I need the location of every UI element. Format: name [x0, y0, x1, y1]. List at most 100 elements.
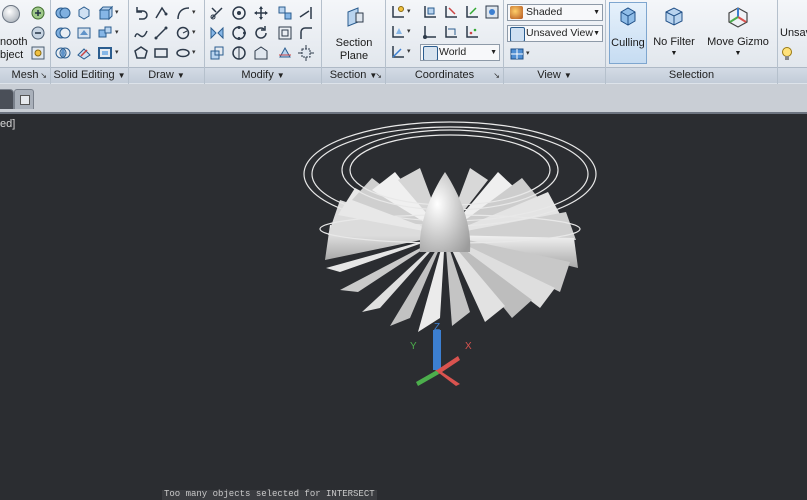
- mesh-smooth-more-icon[interactable]: [30, 5, 46, 21]
- named-view-combo[interactable]: Unsaved View ▼: [507, 25, 603, 42]
- move-gizmo-label: Move Gizmo: [707, 36, 769, 48]
- ucs-face-icon[interactable]: [390, 24, 406, 40]
- view-cube-icon: [510, 27, 525, 41]
- ucs-face-dropdown-icon[interactable]: ▾: [407, 24, 413, 40]
- ucs-view-icon[interactable]: [443, 24, 459, 40]
- copy-icon[interactable]: [231, 45, 247, 61]
- arc-dropdown-icon[interactable]: ▾: [192, 5, 198, 21]
- shell-dropdown-icon[interactable]: ▾: [115, 45, 121, 61]
- polygon-icon[interactable]: [133, 45, 149, 61]
- solid-edit-dropdown-icon[interactable]: ▾: [115, 5, 121, 21]
- trim-icon[interactable]: [209, 5, 225, 21]
- mesh-refine-icon[interactable]: [30, 45, 46, 61]
- mesh-panel-label[interactable]: Mesh ↘: [0, 67, 50, 83]
- mesh-panel: nooth bject Mesh ↘: [0, 0, 51, 84]
- ucs-origin-icon[interactable]: [422, 24, 438, 40]
- drawing-tab[interactable]: [0, 89, 14, 109]
- separate-dropdown-icon[interactable]: ▾: [115, 25, 121, 41]
- smooth-object-label-line1[interactable]: nooth: [0, 36, 28, 48]
- spline-icon[interactable]: [133, 25, 149, 41]
- 3d-move-icon[interactable]: [253, 5, 269, 21]
- subtract-icon[interactable]: [55, 25, 71, 41]
- 3d-rotate-icon[interactable]: [231, 5, 247, 21]
- panel-expand-icon[interactable]: ↘: [493, 68, 500, 83]
- new-tab-button[interactable]: [14, 89, 34, 109]
- scale-icon[interactable]: [209, 45, 225, 61]
- move-gizmo-button[interactable]: Move Gizmo ▼: [702, 2, 774, 64]
- shell-icon[interactable]: [97, 45, 113, 61]
- coordinates-panel-label[interactable]: Coordinates ↘: [386, 67, 503, 83]
- slice-icon[interactable]: [277, 45, 293, 61]
- ucs-gizmo-icon[interactable]: [400, 326, 480, 396]
- culling-icon: [618, 6, 638, 26]
- 3d-mirror-icon[interactable]: [209, 25, 225, 41]
- rotate-icon[interactable]: [253, 25, 269, 41]
- smooth-object-icon[interactable]: [2, 5, 20, 23]
- fan-model[interactable]: [0, 114, 807, 498]
- intersect-icon[interactable]: [55, 45, 71, 61]
- arc-icon[interactable]: [175, 5, 191, 21]
- 3d-array-icon[interactable]: [231, 25, 247, 41]
- circle-dropdown-icon[interactable]: ▾: [192, 25, 198, 41]
- solid-editing-panel-label[interactable]: Solid Editing ▼: [51, 67, 128, 83]
- panel-expand-icon[interactable]: ↘: [40, 68, 47, 83]
- lightbulb-icon[interactable]: [781, 46, 793, 62]
- ucs-y-icon[interactable]: [464, 4, 480, 20]
- chevron-down-icon: ▼: [117, 71, 126, 80]
- filter-cube-icon: [663, 5, 685, 27]
- imprint-icon[interactable]: [76, 25, 92, 41]
- viewport-config-icon[interactable]: [509, 46, 525, 62]
- smooth-object-label-line2[interactable]: bject: [0, 49, 26, 61]
- interfere-icon[interactable]: [76, 45, 92, 61]
- extract-edges-icon[interactable]: [76, 5, 92, 21]
- point-icon[interactable]: [153, 5, 169, 21]
- extend-icon[interactable]: [298, 5, 314, 21]
- union-icon[interactable]: [55, 5, 71, 21]
- coordinates-title: Coordinates: [414, 69, 475, 81]
- modify-panel-label[interactable]: Modify ▼: [205, 67, 321, 83]
- section-plane-label-line1[interactable]: Section: [322, 37, 386, 49]
- ucs-zaxis-icon[interactable]: [390, 44, 406, 60]
- viewport-config-dropdown-icon[interactable]: ▾: [526, 46, 532, 62]
- section-panel-label[interactable]: Section ▼ ↘: [322, 67, 385, 83]
- panel-expand-icon[interactable]: ↘: [375, 68, 382, 83]
- ucs-dropdown-icon[interactable]: ▾: [407, 4, 413, 20]
- undo-icon[interactable]: [133, 5, 149, 21]
- fillet-edge-icon[interactable]: [298, 25, 314, 41]
- no-filter-button[interactable]: No Filter ▼: [650, 2, 698, 64]
- rectangle-icon[interactable]: [153, 45, 169, 61]
- ellipse-dropdown-icon[interactable]: ▾: [192, 45, 198, 61]
- section-plane-label-line2[interactable]: Plane: [322, 50, 386, 62]
- line-icon[interactable]: [153, 25, 169, 41]
- selection-panel-label[interactable]: Selection: [606, 67, 777, 83]
- ucs-zaxis-dropdown-icon[interactable]: ▾: [407, 44, 413, 60]
- solid-editing-title: Solid Editing: [53, 69, 115, 81]
- overflow-panel: Unsav: [778, 0, 807, 84]
- extrude-faces-icon[interactable]: [97, 5, 113, 21]
- stretch-icon[interactable]: [253, 45, 269, 61]
- offset-icon[interactable]: [277, 25, 293, 41]
- ucs-3point-icon[interactable]: [464, 24, 480, 40]
- culling-button[interactable]: Culling: [609, 2, 647, 64]
- separate-icon[interactable]: [97, 25, 113, 41]
- visual-style-icon: [510, 6, 523, 19]
- ellipse-icon[interactable]: [175, 45, 191, 61]
- chevron-down-icon: ▼: [670, 50, 678, 57]
- view-panel: Shaded ▼ Unsaved View ▼ ▾ View ▼: [504, 0, 606, 84]
- mesh-smooth-less-icon[interactable]: [30, 25, 46, 41]
- overflow-view-label[interactable]: Unsav: [780, 27, 807, 39]
- ucs-icon[interactable]: [390, 4, 406, 20]
- draw-panel-label[interactable]: Draw ▼: [129, 67, 204, 83]
- ucs-z-icon[interactable]: [484, 4, 500, 20]
- circle-icon[interactable]: [175, 25, 191, 41]
- ucs-world-icon[interactable]: [422, 4, 438, 20]
- 3d-align-icon[interactable]: [277, 5, 293, 21]
- section-plane-icon[interactable]: [344, 6, 366, 28]
- chevron-down-icon: ▼: [276, 71, 285, 80]
- view-panel-label[interactable]: View ▼: [504, 67, 605, 83]
- model-viewport[interactable]: ed] Y X Z: [0, 114, 807, 498]
- ucs-x-icon[interactable]: [443, 4, 459, 20]
- ucs-combo[interactable]: World ▼: [420, 44, 500, 61]
- visual-style-combo[interactable]: Shaded ▼: [507, 4, 603, 21]
- explode-icon[interactable]: [298, 45, 314, 61]
